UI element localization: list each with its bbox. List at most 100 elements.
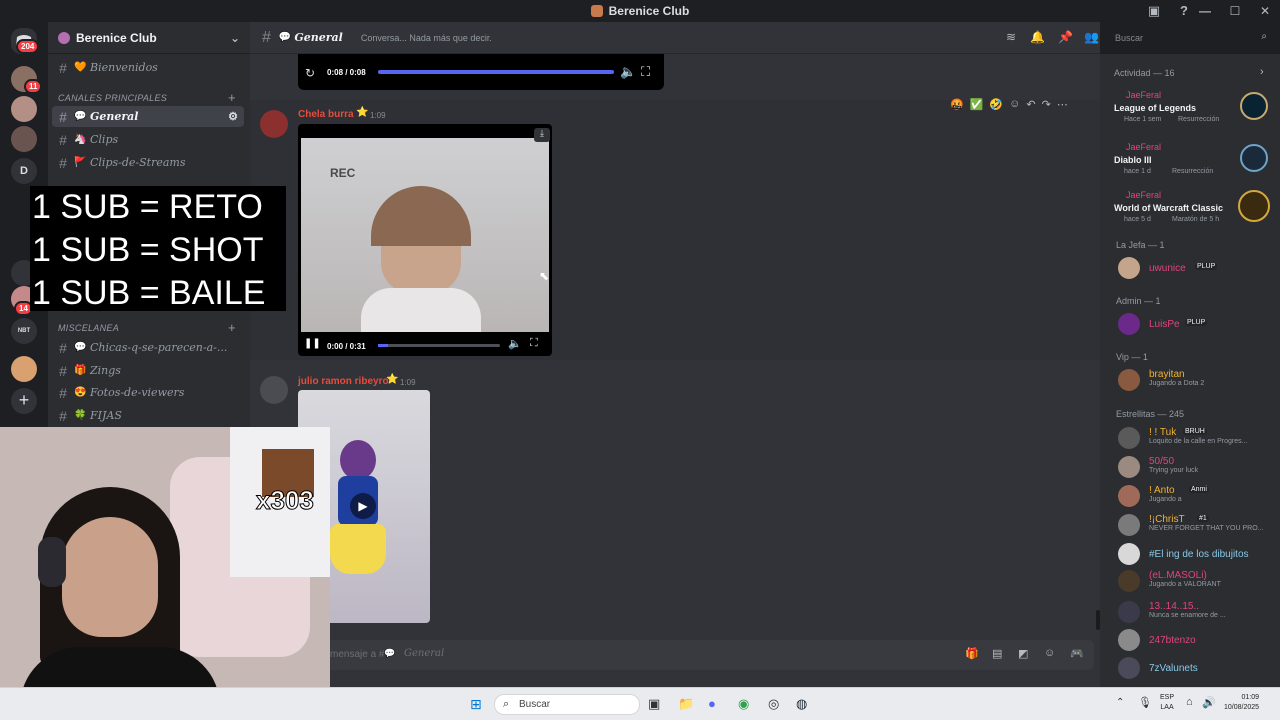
download-icon[interactable]: ⤓ <box>534 128 550 142</box>
server-letter[interactable]: D <box>11 158 37 184</box>
member-item[interactable]: #El ing de los dibujitos <box>1118 542 1278 566</box>
pin-icon[interactable]: 📌 <box>1058 30 1073 44</box>
apps-icon[interactable]: 🎮 <box>1070 647 1084 660</box>
play-icon[interactable]: ▶ <box>350 493 376 519</box>
language-indicator[interactable]: ESP LAA <box>1160 693 1174 713</box>
message-author[interactable]: julio ramon ribeyro <box>298 376 389 387</box>
channel-topic[interactable]: Conversa... Nada más que decir. <box>361 33 492 43</box>
audio-progress-bar[interactable] <box>378 70 614 74</box>
network-icon[interactable]: ⌂ <box>1186 696 1193 708</box>
chevron-right-icon[interactable]: › <box>1260 66 1264 78</box>
channel-fijas[interactable]: # 🍀 FIJAS <box>52 405 244 426</box>
member-item[interactable]: 7zValunets <box>1118 656 1278 680</box>
member-item[interactable]: 247btenzo <box>1118 628 1278 652</box>
maximize-button[interactable]: ☐ <box>1220 4 1250 18</box>
video-progress-bar[interactable] <box>378 344 500 347</box>
volume-icon[interactable]: 🔈 <box>620 64 636 80</box>
more-icon[interactable]: ⋯ <box>1057 98 1068 111</box>
task-view-icon[interactable]: ▣ <box>648 696 660 712</box>
emoji-icon[interactable]: ☺ <box>1044 647 1055 659</box>
obs-icon[interactable]: ◎ <box>768 696 779 712</box>
member-item[interactable]: 13..14..15.. Nunca se enamore de ... <box>1118 600 1278 624</box>
reaction-emoji-icon[interactable]: 🤣 <box>989 98 1003 111</box>
member-item[interactable]: brayitan Jugando a Dota 2 <box>1118 368 1278 392</box>
discord-taskbar-icon[interactable]: ● <box>708 696 716 711</box>
activity-card[interactable]: JaeFeral Diablo III hace 1 d Resurrecció… <box>1114 142 1272 182</box>
channel-general[interactable]: # 💬 General ⚙ <box>52 106 244 127</box>
channel-zings[interactable]: # 🎁 Zings <box>52 360 244 381</box>
hash-icon: # <box>59 407 67 424</box>
channel-fotos-de-viewers[interactable]: # 😍 Fotos-de-viewers <box>52 382 244 403</box>
chrome-icon[interactable]: ◉ <box>738 696 749 712</box>
clock[interactable]: 01:09 10/08/2025 <box>1224 693 1259 713</box>
add-channel-icon[interactable]: + <box>228 320 236 335</box>
activity-game: League of Legends <box>1114 103 1197 113</box>
windows-start-icon[interactable]: ⊞ <box>470 696 482 713</box>
member-item[interactable]: ! Anto Anmi Jugando a <box>1118 484 1278 508</box>
message-author[interactable]: Chela burra <box>298 109 354 120</box>
fullscreen-icon[interactable]: ⛶ <box>641 64 650 80</box>
bell-icon[interactable]: 🔔 <box>1030 30 1045 44</box>
category-main[interactable]: Canales principales <box>58 93 167 103</box>
volume-icon[interactable]: 🔈 <box>508 337 522 350</box>
channel-bienvenidos[interactable]: # 🧡 Bienvenidos <box>52 57 244 78</box>
message-composer[interactable]: mensaje a # 💬 General 🎁 ▤ ◩ ☺ 🎮 <box>320 640 1094 670</box>
member-item[interactable]: ! ! Tuk BRUH Loquito de la calle en Prog… <box>1118 426 1278 450</box>
audio-player[interactable]: ↻ 0:08 / 0:08 🔈 ⛶ <box>298 54 664 90</box>
video-progress-fill <box>378 344 388 347</box>
taskbar-search[interactable]: ⌕ Buscar <box>494 694 640 715</box>
gif-icon[interactable]: ▤ <box>992 647 1002 660</box>
video-player[interactable]: REC ⤓ ❚❚ 0:00 / 0:31 🔈 ⛶ <box>298 124 552 356</box>
avatar[interactable] <box>260 376 288 404</box>
reply-icon[interactable]: ↶ <box>1026 98 1035 111</box>
sticker-icon[interactable]: ◩ <box>1018 647 1028 660</box>
hash-icon: # <box>59 108 67 125</box>
member-item[interactable]: LuisPe PLUP <box>1118 312 1278 336</box>
server-avatar[interactable] <box>11 356 37 382</box>
pause-icon[interactable]: ❚❚ <box>304 338 321 349</box>
chevron-up-icon[interactable]: ⌃ <box>1116 697 1124 708</box>
channel-settings-icon[interactable]: ⚙ <box>228 110 238 123</box>
gift-icon[interactable]: 🎁 <box>965 647 979 660</box>
microphone-icon[interactable]: 🎙 <box>1138 696 1152 709</box>
avatar[interactable] <box>260 110 288 138</box>
search-input[interactable]: Buscar ⌕ <box>1110 28 1272 48</box>
activity-user: JaeFeral <box>1126 90 1162 100</box>
member-name: 247btenzo <box>1149 635 1196 646</box>
members-icon[interactable]: 👥 <box>1084 30 1099 44</box>
forward-icon[interactable]: ↷ <box>1042 98 1051 111</box>
server-header[interactable]: Berenice Club ⌄ <box>48 22 250 54</box>
channel-emoji: 🧡 <box>74 62 87 73</box>
hash-icon: # <box>59 59 67 76</box>
member-item[interactable]: !¡ChrisT #1 NEVER FORGET THAT YOU PRO... <box>1118 513 1278 537</box>
add-channel-icon[interactable]: + <box>228 90 236 105</box>
server-nbt[interactable]: NBT <box>11 318 37 344</box>
threads-icon[interactable]: ≋ <box>1004 30 1018 44</box>
reaction-emoji-icon[interactable]: 🤬 <box>950 98 964 111</box>
member-status: Jugando a Dota 2 <box>1149 380 1205 387</box>
replay-icon[interactable]: ↻ <box>305 66 315 80</box>
close-button[interactable]: ✕ <box>1250 4 1280 18</box>
activity-card[interactable]: JaeFeral World of Warcraft Classic hace … <box>1114 190 1272 230</box>
add-server-icon[interactable]: + <box>11 388 37 414</box>
inbox-icon[interactable]: ▣ <box>1146 3 1162 19</box>
minimize-button[interactable]: — <box>1190 4 1220 18</box>
volume-icon[interactable]: 🔊 <box>1202 696 1216 709</box>
file-explorer-icon[interactable]: 📁 <box>678 696 694 712</box>
steam-icon[interactable]: ◍ <box>796 696 807 712</box>
channel-clips[interactable]: # 🦄 Clips <box>52 129 244 150</box>
add-reaction-icon[interactable]: ☺ <box>1009 98 1020 111</box>
fullscreen-icon[interactable]: ⛶ <box>530 337 538 350</box>
member-item[interactable]: 50/50 Trying your luck <box>1118 455 1278 479</box>
channel-chicas[interactable]: # 💬 Chicas-q-se-parecen-a-... <box>52 337 244 358</box>
server-avatar[interactable] <box>11 126 37 152</box>
activity-card[interactable]: JaeFeral League of Legends Hace 1 sem Re… <box>1114 90 1272 130</box>
category-misc[interactable]: Miscelanea <box>58 323 119 333</box>
server-avatar[interactable] <box>11 96 37 122</box>
member-item[interactable]: uwunice PLUP <box>1118 256 1278 280</box>
member-item[interactable]: (eL.MASOLi) Jugando a VALORANT <box>1118 569 1278 593</box>
stream-overlay-text: 1 SUB = RETO 1 SUB = SHOT 1 SUB = BAILE <box>30 186 286 312</box>
member-tag: #1 <box>1197 515 1209 522</box>
reaction-check-icon[interactable]: ✅ <box>970 98 984 111</box>
channel-clips-de-streams[interactable]: # 🚩 Clips-de-Streams <box>52 152 244 173</box>
